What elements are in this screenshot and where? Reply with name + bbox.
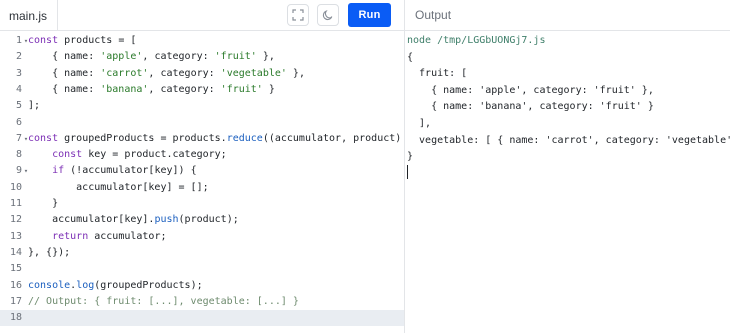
line-number: 16 xyxy=(9,279,22,291)
code-editor[interactable]: 1 ▾ const products = [2 { name: 'apple', c… xyxy=(0,31,431,333)
code-text: // Output: { fruit: [...], vegetable: [.… xyxy=(28,295,299,307)
file-tab-label: main.js xyxy=(9,8,48,23)
code-text: if (!accumulator[key]) { xyxy=(52,165,197,177)
moon-icon xyxy=(322,10,333,21)
code-line[interactable]: 17 // Output: { fruit: [...], vegetable: … xyxy=(0,294,404,310)
output-header: Output xyxy=(405,0,730,31)
fullscreen-icon xyxy=(292,9,304,21)
code-line[interactable]: 2 { name: 'apple', category: 'fruit' }, xyxy=(0,49,404,65)
output-line: { name: 'apple', category: 'fruit' }, xyxy=(407,84,654,96)
output-line: { xyxy=(407,51,414,63)
line-number: 18 xyxy=(9,312,22,324)
run-button[interactable]: Run xyxy=(348,3,391,27)
output-line: ], xyxy=(407,118,432,129)
code-line[interactable]: 7 ▾ const groupedProducts = products.reduc… xyxy=(0,131,431,147)
line-number: 8 xyxy=(15,149,22,161)
code-line[interactable]: 4 { name: 'banana', category: 'fruit' } xyxy=(0,82,404,98)
code-line[interactable]: 3 { name: 'carrot', category: 'vegetable… xyxy=(0,66,404,82)
code-text: }, {}); xyxy=(28,246,71,258)
line-number: 4 xyxy=(15,83,22,95)
line-number: 1 xyxy=(15,35,22,46)
line-number: 3 xyxy=(15,67,22,79)
line-number: 6 xyxy=(15,116,22,128)
code-text: accumulator[key] = []; xyxy=(28,181,209,193)
code-line[interactable]: 1 ▾ const products = [ xyxy=(0,33,404,49)
output-pane: Output node /tmp/LGGbUONGj7.js { fruit: [… xyxy=(405,0,730,333)
code-line[interactable]: 6 xyxy=(0,115,404,131)
editor-pane: main.js Run 1 ▾ const products = [2 { name… xyxy=(0,0,431,333)
code-line[interactable]: 10 accumulator[key] = []; xyxy=(0,180,404,196)
code-text: console.log(groupedProducts); xyxy=(28,279,203,291)
line-number: 14 xyxy=(9,246,22,258)
code-line[interactable]: 5]; xyxy=(0,98,404,114)
theme-toggle-button[interactable] xyxy=(317,4,339,26)
code-text: const products = [ xyxy=(28,35,137,46)
code-text: { name: 'banana', category: 'fruit' } xyxy=(28,83,275,95)
code-text: accumulator[key].push(product); xyxy=(28,214,239,226)
code-line[interactable]: 18 xyxy=(0,310,404,327)
code-line[interactable]: 9 ▾ if (!accumulator[key]) { xyxy=(0,163,404,179)
app-window: main.js Run 1 ▾ const products = [2 { name… xyxy=(0,0,730,333)
code-line[interactable]: 15 xyxy=(0,261,404,277)
code-line[interactable]: 11 } xyxy=(0,196,404,212)
line-number: 2 xyxy=(15,51,22,63)
code-text: { name: 'carrot', category: 'vegetable' … xyxy=(28,67,305,79)
output-line: vegetable: [ { name: 'carrot', category:… xyxy=(407,134,730,146)
line-number: 9 xyxy=(15,165,22,177)
code-line[interactable]: 14 }, {}); xyxy=(0,245,404,261)
code-text: } xyxy=(28,198,59,209)
output-line: { name: 'banana', category: 'fruit' } xyxy=(407,101,654,113)
output-line: } xyxy=(407,151,414,163)
file-tab-main-js[interactable]: main.js xyxy=(0,0,58,31)
code-line[interactable]: 8 const key = product.category; xyxy=(0,147,404,163)
output-command: node /tmp/LGGbUONGj7.js xyxy=(407,35,546,46)
line-number: 11 xyxy=(9,198,22,209)
line-number: 10 xyxy=(9,181,22,193)
line-number: 5 xyxy=(15,100,22,112)
code-text: const key = product.category; xyxy=(52,149,227,161)
code-text: return accumulator; xyxy=(52,230,167,242)
line-number: 12 xyxy=(9,214,22,226)
terminal-cursor xyxy=(407,165,408,179)
editor-header: main.js Run xyxy=(0,0,404,31)
line-number: 13 xyxy=(9,230,22,242)
code-text: ]; xyxy=(28,100,41,112)
line-number: 7 xyxy=(15,132,22,144)
code-line[interactable]: 13 return accumulator; xyxy=(0,229,404,245)
fullscreen-button[interactable] xyxy=(287,4,309,26)
code-line[interactable]: 12 accumulator[key].push(product); xyxy=(0,212,404,228)
output-title: Output xyxy=(415,8,452,22)
line-number: 17 xyxy=(9,295,22,307)
code-text: { name: 'apple', category: 'fruit' }, xyxy=(28,51,275,63)
line-number: 15 xyxy=(9,263,22,275)
code-text: const groupedProducts = products.reduce(… xyxy=(28,132,431,144)
output-line: fruit: [ xyxy=(407,68,468,80)
code-line[interactable]: 16 console.log(groupedProducts); xyxy=(0,278,404,294)
